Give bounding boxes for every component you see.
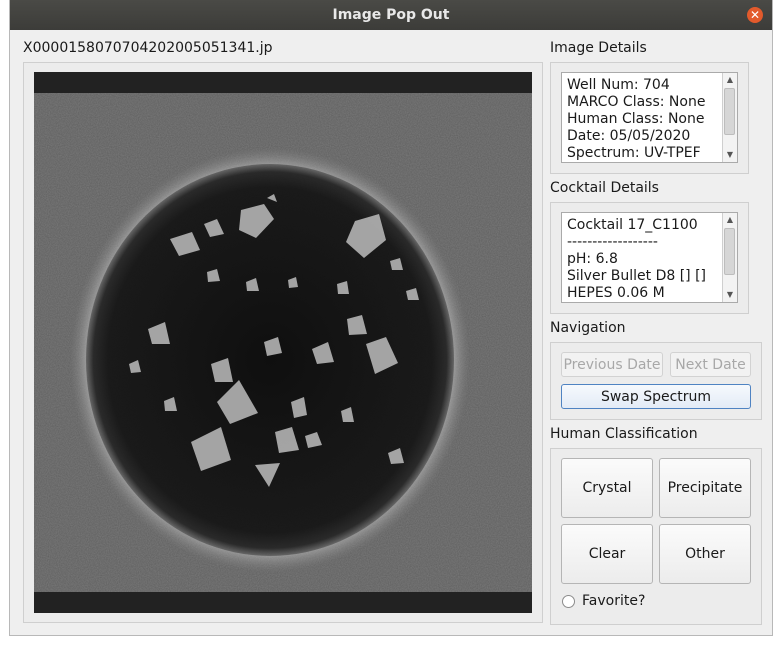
title-bar[interactable]: Image Pop Out ✕ xyxy=(10,0,772,30)
navigation-group: Previous Date Next Date Swap Spectrum xyxy=(550,342,762,420)
image-details-group: Well Num: 704 MARCO Class: None Human Cl… xyxy=(550,62,749,174)
cocktail-details-scrollbar[interactable]: ▲ ▼ xyxy=(722,213,737,302)
other-button[interactable]: Other xyxy=(659,524,751,584)
image-details-scrollbar[interactable]: ▲ ▼ xyxy=(722,73,737,162)
scrollbar-thumb[interactable] xyxy=(724,88,735,135)
cocktail-details-group: Cocktail 17_C1100 ------------------ pH:… xyxy=(550,202,749,314)
crystal-button[interactable]: Crystal xyxy=(561,458,653,518)
image-filename: X0000158070704202005051341.jp xyxy=(23,40,273,56)
image-details-line: Well Num: 704 xyxy=(567,77,670,93)
swap-spectrum-button[interactable]: Swap Spectrum xyxy=(561,384,751,409)
image-details-label: Image Details xyxy=(550,40,647,56)
human-classification-group: Crystal Precipitate Clear Other Favorite… xyxy=(550,448,762,625)
image-details-text[interactable]: Well Num: 704 MARCO Class: None Human Cl… xyxy=(561,72,738,163)
clear-button[interactable]: Clear xyxy=(561,524,653,584)
cocktail-details-line: Cocktail 17_C1100 xyxy=(567,217,698,233)
image-details-line: MARCO Class: None xyxy=(567,94,706,110)
cocktail-details-text[interactable]: Cocktail 17_C1100 ------------------ pH:… xyxy=(561,212,738,303)
image-details-line: Human Class: None xyxy=(567,111,705,127)
cocktail-details-line: Silver Bullet D8 [] [] xyxy=(567,268,707,284)
favorite-radio[interactable] xyxy=(562,595,575,608)
previous-date-button[interactable]: Previous Date xyxy=(561,352,663,377)
image-pop-out-window: Image Pop Out ✕ X00001580707042020050513… xyxy=(9,0,773,636)
close-icon[interactable]: ✕ xyxy=(747,7,763,23)
scroll-up-icon[interactable]: ▲ xyxy=(723,73,737,87)
next-date-button[interactable]: Next Date xyxy=(670,352,751,377)
cocktail-details-label: Cocktail Details xyxy=(550,180,659,196)
scrollbar-thumb[interactable] xyxy=(724,228,735,275)
cocktail-details-line: ------------------ xyxy=(567,234,658,250)
human-classification-label: Human Classification xyxy=(550,426,698,442)
cocktail-details-line: HEPES 0.06 M xyxy=(567,285,665,301)
microscope-image xyxy=(34,72,532,613)
scroll-down-icon[interactable]: ▼ xyxy=(723,148,737,162)
window-title: Image Pop Out xyxy=(332,7,450,23)
scroll-up-icon[interactable]: ▲ xyxy=(723,213,737,227)
image-panel xyxy=(23,62,543,623)
cocktail-details-line: pH: 6.8 xyxy=(567,251,618,267)
navigation-label: Navigation xyxy=(550,320,626,336)
precipitate-button[interactable]: Precipitate xyxy=(659,458,751,518)
image-details-line: Date: 05/05/2020 xyxy=(567,128,691,144)
image-details-line: Spectrum: UV-TPEF xyxy=(567,145,701,161)
scroll-down-icon[interactable]: ▼ xyxy=(723,288,737,302)
favorite-label[interactable]: Favorite? xyxy=(582,593,645,609)
